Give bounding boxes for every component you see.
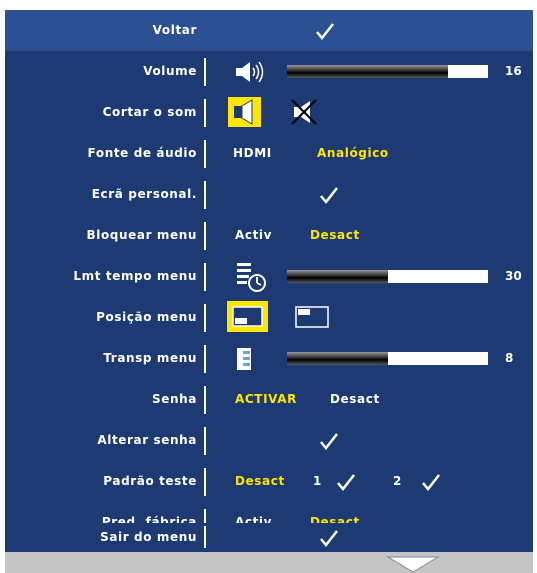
- back-label: Voltar: [152, 23, 197, 37]
- menu-transparency-slider[interactable]: [287, 352, 488, 365]
- speaker-icon: [236, 61, 264, 83]
- menu-row-test-pattern[interactable]: Padrão teste Desact 1 2: [5, 461, 533, 502]
- check-icon[interactable]: [318, 527, 340, 549]
- row-divider: [204, 263, 206, 291]
- volume-value: 16: [505, 64, 522, 78]
- password-label: Senha: [152, 392, 197, 406]
- test-pattern-label: Padrão teste: [103, 474, 197, 488]
- menu-row-volume[interactable]: Volume 16: [5, 51, 533, 92]
- menu-timeout-slider[interactable]: [287, 270, 488, 283]
- transparency-icon: [237, 348, 251, 370]
- menu-transparency-value: 8: [505, 351, 514, 365]
- row-divider: [204, 526, 206, 548]
- password-disable-option[interactable]: Desact: [330, 379, 380, 420]
- menu-timeout-value: 30: [505, 269, 522, 283]
- row-divider: [204, 99, 206, 127]
- menu-position-label: Posição menu: [96, 310, 197, 324]
- menu-row-back[interactable]: Voltar: [5, 10, 533, 51]
- row-divider: [204, 140, 206, 168]
- menu-lock-on-option[interactable]: Activ: [235, 215, 272, 256]
- audio-source-analog-option[interactable]: Analógico: [317, 133, 389, 174]
- audio-source-label: Fonte de áudio: [87, 146, 197, 160]
- down-arrow-icon[interactable]: [386, 556, 440, 573]
- speaker-muted-icon[interactable]: [288, 97, 320, 127]
- position-bottom-left-option[interactable]: [227, 301, 268, 332]
- menu-row-password[interactable]: Senha ACTIVAR Desact: [5, 379, 533, 420]
- menu-row-menu-lock[interactable]: Bloquear menu Activ Desact: [5, 215, 533, 256]
- timer-icon: [237, 263, 266, 292]
- menu-transparency-label: Transp menu: [103, 351, 197, 365]
- check-icon[interactable]: [420, 471, 442, 493]
- volume-slider[interactable]: [287, 65, 488, 78]
- speaker-on-option[interactable]: [228, 97, 261, 127]
- menu-row-audio-source[interactable]: Fonte de áudio HDMI Analógico: [5, 133, 533, 174]
- change-password-label: Alterar senha: [97, 433, 197, 447]
- position-bottom-left-icon: [232, 306, 263, 327]
- menu-lock-off-option[interactable]: Desact: [310, 215, 360, 256]
- row-divider: [204, 386, 206, 414]
- check-icon[interactable]: [335, 471, 357, 493]
- test-pattern-off-option[interactable]: Desact: [235, 461, 285, 502]
- speaker-on-icon: [234, 99, 253, 125]
- row-divider: [204, 58, 206, 86]
- row-divider: [204, 181, 206, 209]
- audio-source-hdmi-option[interactable]: HDMI: [233, 133, 272, 174]
- menu-lock-label: Bloquear menu: [86, 228, 197, 242]
- menu-timeout-label: Lmt tempo menu: [73, 269, 197, 283]
- menu-row-change-password[interactable]: Alterar senha: [5, 420, 533, 461]
- scroll-bar: [5, 552, 533, 573]
- exit-menu-label: Sair do menu: [100, 530, 197, 544]
- volume-slider-fill: [287, 65, 448, 78]
- custom-screen-label: Ecrã personal.: [91, 187, 197, 201]
- check-icon[interactable]: [314, 20, 336, 42]
- check-icon[interactable]: [318, 184, 340, 206]
- check-icon[interactable]: [318, 430, 340, 452]
- menu-row-exit[interactable]: Sair do menu: [5, 523, 533, 552]
- menu-row-mute[interactable]: Cortar o som: [5, 92, 533, 133]
- password-enable-option[interactable]: ACTIVAR: [235, 379, 297, 420]
- menu-row-menu-position[interactable]: Posição menu: [5, 297, 533, 338]
- menu-row-menu-timeout[interactable]: Lmt tempo menu 30: [5, 256, 533, 297]
- menu-timeout-slider-fill: [287, 270, 388, 283]
- menu-transparency-slider-fill: [287, 352, 388, 365]
- row-divider: [204, 468, 206, 496]
- menu-row-custom-screen[interactable]: Ecrã personal.: [5, 174, 533, 215]
- volume-label: Volume: [143, 64, 197, 78]
- test-pattern-1-option[interactable]: 1: [313, 461, 322, 502]
- row-divider: [204, 345, 206, 373]
- menu-row-menu-transparency[interactable]: Transp menu 8: [5, 338, 533, 379]
- test-pattern-2-option[interactable]: 2: [393, 461, 402, 502]
- position-top-left-icon[interactable]: [292, 304, 332, 330]
- row-divider: [204, 304, 206, 332]
- row-divider: [204, 222, 206, 250]
- row-divider: [204, 427, 206, 455]
- mute-label: Cortar o som: [102, 105, 197, 119]
- osd-menu-panel: Voltar Volume 16 Cortar o som Fonte de á…: [5, 10, 533, 552]
